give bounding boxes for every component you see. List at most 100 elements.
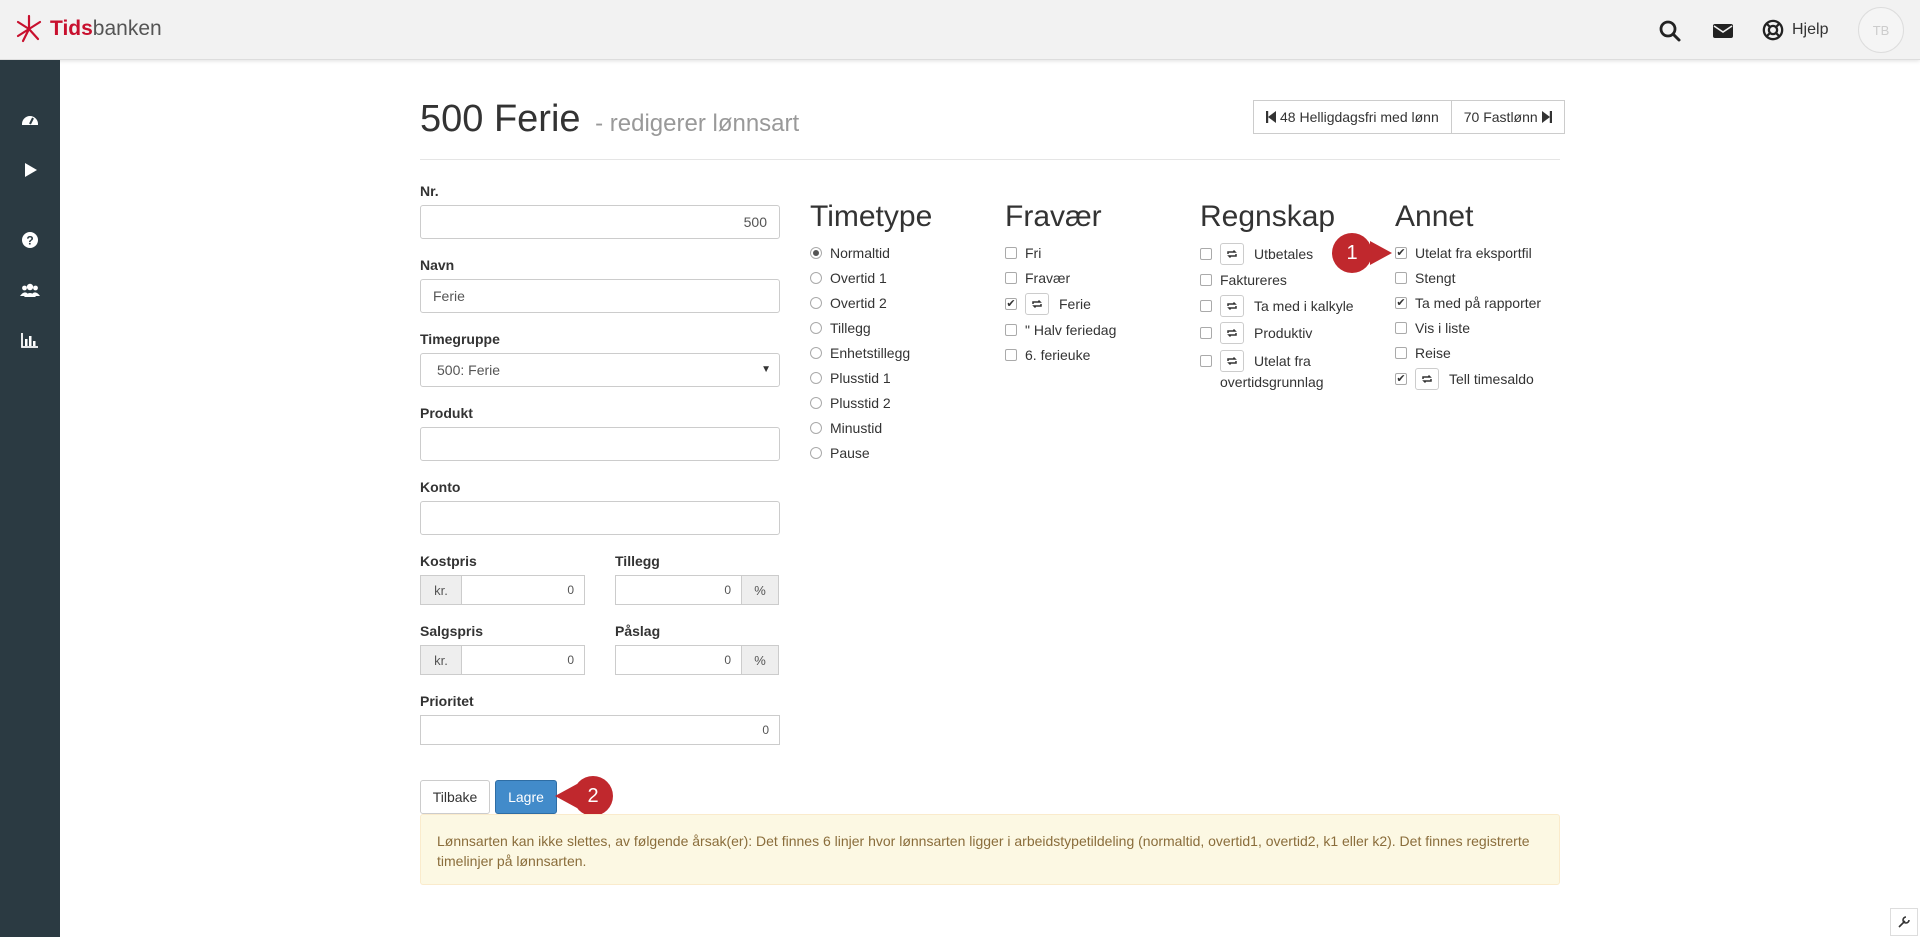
annet-option[interactable]: Stengt: [1395, 270, 1455, 286]
checkbox[interactable]: [1395, 347, 1407, 359]
avatar[interactable]: TB: [1858, 7, 1904, 53]
radio-button[interactable]: [810, 447, 822, 459]
option-label: Enhetstillegg: [830, 345, 911, 361]
option-label: Utbetales: [1254, 246, 1314, 262]
radio-button[interactable]: [810, 297, 822, 309]
annet-option[interactable]: ✔ Utelat fra eksportfil: [1395, 245, 1532, 261]
annet-option[interactable]: ✔ Tell timesaldo: [1395, 368, 1534, 390]
prev-record-button[interactable]: 48 Helligdagsfri med lønn: [1253, 100, 1452, 134]
bar-chart-icon[interactable]: [20, 330, 40, 350]
checkbox[interactable]: [1005, 349, 1017, 361]
regnskap-option[interactable]: Faktureres: [1200, 272, 1287, 288]
timetype-option[interactable]: Enhetstillegg: [810, 345, 910, 361]
annet-option[interactable]: ✔ Ta med på rapporter: [1395, 295, 1541, 311]
konto-input[interactable]: [420, 501, 780, 535]
paslag-percent-addon: %: [741, 645, 779, 675]
timetype-option[interactable]: Plusstid 1: [810, 370, 891, 386]
option-label: Utelat fra: [1254, 353, 1311, 369]
fravaer-option[interactable]: Fri: [1005, 245, 1041, 261]
repeat-toggle-icon[interactable]: [1220, 243, 1244, 265]
radio-button[interactable]: [810, 272, 822, 284]
regnskap-option[interactable]: Ta med i kalkyle: [1200, 295, 1354, 317]
annet-option[interactable]: Reise: [1395, 345, 1451, 361]
option-label: Reise: [1415, 345, 1451, 361]
checkbox-checked[interactable]: ✔: [1395, 247, 1407, 259]
play-icon[interactable]: [20, 160, 40, 180]
regnskap-option[interactable]: Utbetales: [1200, 243, 1313, 265]
question-icon[interactable]: ?: [20, 230, 40, 250]
radio-button[interactable]: [810, 422, 822, 434]
checkbox-checked[interactable]: ✔: [1395, 297, 1407, 309]
save-button[interactable]: Lagre: [495, 780, 557, 814]
wrench-icon[interactable]: [1890, 908, 1918, 936]
timetype-option[interactable]: Overtid 1: [810, 270, 887, 286]
produkt-input[interactable]: [420, 427, 780, 461]
repeat-toggle-icon[interactable]: [1220, 350, 1244, 372]
timetype-option[interactable]: Pause: [810, 445, 870, 461]
salgspris-currency-addon: kr.: [420, 645, 462, 675]
repeat-toggle-icon[interactable]: [1220, 295, 1244, 317]
checkbox[interactable]: [1200, 274, 1212, 286]
option-label: Minustid: [830, 420, 883, 436]
fravaer-option[interactable]: Fravær: [1005, 270, 1070, 286]
radio-button[interactable]: [810, 397, 822, 409]
option-label: Tillegg: [830, 320, 871, 336]
option-label: overtidsgrunnlag: [1220, 374, 1324, 390]
kostpris-label: Kostpris: [420, 553, 477, 569]
checkbox[interactable]: [1005, 247, 1017, 259]
repeat-toggle-icon[interactable]: [1415, 368, 1439, 390]
timetype-option[interactable]: Minustid: [810, 420, 882, 436]
option-label: Normaltid: [830, 245, 890, 261]
fravaer-option[interactable]: " Halv feriedag: [1005, 322, 1116, 338]
checkbox[interactable]: [1005, 272, 1017, 284]
prev-record-label: 48 Helligdagsfri med lønn: [1280, 109, 1439, 125]
tillegg-input[interactable]: 0: [615, 575, 742, 605]
step-backward-icon: [1266, 111, 1276, 123]
option-label: Ta med i kalkyle: [1254, 298, 1354, 314]
option-label: Utelat fra eksportfil: [1415, 245, 1532, 261]
timetype-option[interactable]: Plusstid 2: [810, 395, 891, 411]
checkbox[interactable]: [1005, 324, 1017, 336]
salgspris-input[interactable]: 0: [461, 645, 585, 675]
timetype-option[interactable]: Normaltid: [810, 245, 890, 261]
checkbox-checked[interactable]: ✔: [1395, 373, 1407, 385]
repeat-toggle-icon[interactable]: [1025, 293, 1049, 315]
back-button[interactable]: Tilbake: [420, 780, 490, 814]
checkbox-checked[interactable]: ✔: [1005, 298, 1017, 310]
checkbox[interactable]: [1200, 300, 1212, 312]
repeat-toggle-icon[interactable]: [1220, 322, 1244, 344]
nr-label: Nr.: [420, 183, 439, 199]
prioritet-input[interactable]: 0: [420, 715, 780, 745]
fravaer-option[interactable]: ✔ Ferie: [1005, 293, 1091, 315]
fravaer-option[interactable]: 6. ferieuke: [1005, 347, 1090, 363]
logo[interactable]: Tidsbanken: [14, 14, 162, 44]
search-icon[interactable]: [1658, 19, 1682, 43]
annet-option[interactable]: Vis i liste: [1395, 320, 1470, 336]
help-link[interactable]: Hjelp: [1762, 19, 1828, 41]
navn-input[interactable]: Ferie: [420, 279, 780, 313]
regnskap-option[interactable]: Produktiv: [1200, 322, 1312, 344]
timegruppe-label: Timegruppe: [420, 331, 500, 347]
checkbox[interactable]: [1395, 322, 1407, 334]
dashboard-icon[interactable]: [20, 110, 40, 130]
timegruppe-select[interactable]: 500: Ferie ▼: [420, 353, 780, 387]
option-label: Fri: [1025, 245, 1042, 261]
produkt-label: Produkt: [420, 405, 473, 421]
radio-button[interactable]: [810, 247, 822, 259]
timetype-option[interactable]: Overtid 2: [810, 295, 887, 311]
next-record-button[interactable]: 70 Fastlønn: [1451, 100, 1565, 134]
paslag-input[interactable]: 0: [615, 645, 742, 675]
nr-input[interactable]: 500: [420, 205, 780, 239]
checkbox[interactable]: [1200, 355, 1212, 367]
users-icon[interactable]: [20, 280, 40, 300]
kostpris-input[interactable]: 0: [461, 575, 585, 605]
radio-button[interactable]: [810, 372, 822, 384]
checkbox[interactable]: [1200, 248, 1212, 260]
radio-button[interactable]: [810, 322, 822, 334]
radio-button[interactable]: [810, 347, 822, 359]
envelope-icon[interactable]: [1711, 19, 1735, 43]
timetype-option[interactable]: Tillegg: [810, 320, 871, 336]
regnskap-option[interactable]: Utelat fra: [1200, 350, 1311, 372]
checkbox[interactable]: [1200, 327, 1212, 339]
checkbox[interactable]: [1395, 272, 1407, 284]
